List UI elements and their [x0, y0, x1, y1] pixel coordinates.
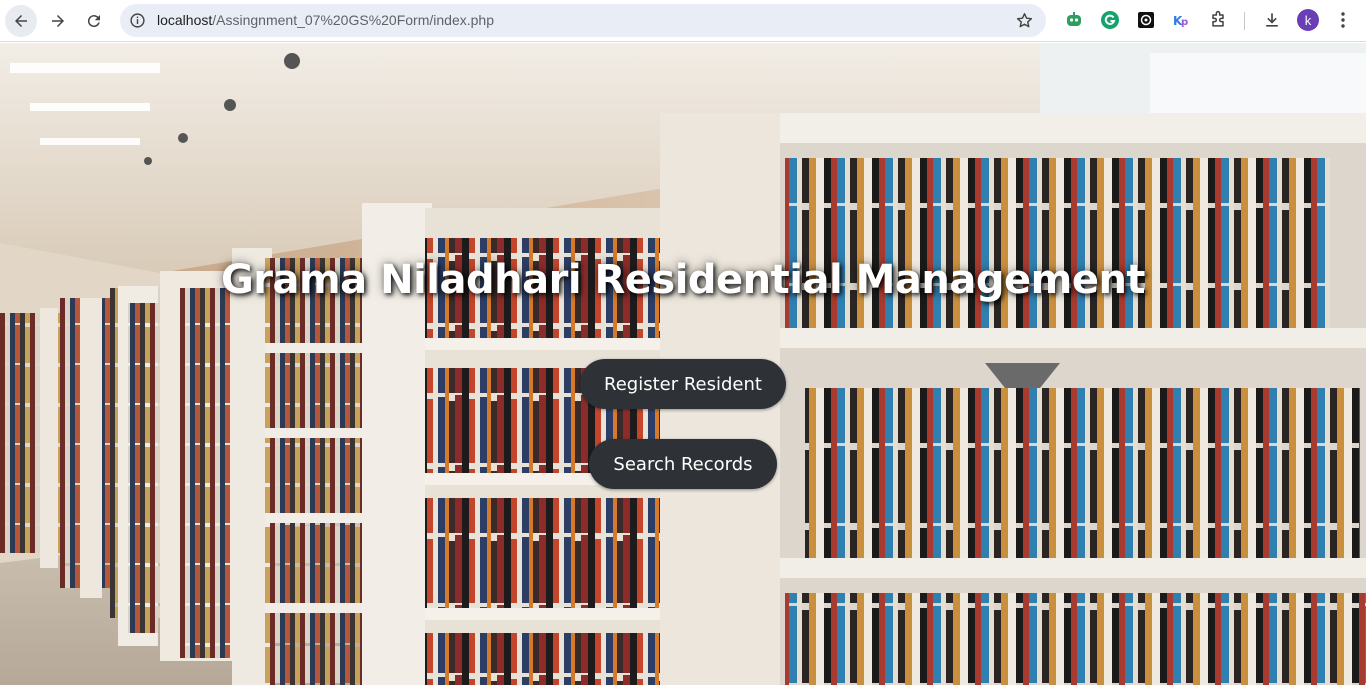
- puzzle-icon: [1212, 10, 1224, 27]
- page-viewport: Grama Niladhari Residential Management R…: [0, 43, 1366, 685]
- downloads-button[interactable]: [1262, 10, 1282, 30]
- svg-text:p: p: [1181, 17, 1188, 28]
- star-icon[interactable]: [1015, 11, 1034, 30]
- back-button[interactable]: [5, 5, 37, 37]
- chatgpt-extension-button[interactable]: [1136, 10, 1156, 30]
- reload-button[interactable]: [78, 5, 110, 37]
- chatgpt-icon: [1138, 12, 1154, 28]
- robot-extension-button[interactable]: [1064, 10, 1084, 30]
- toolbar-separator: [1244, 12, 1245, 30]
- kp-extension-button[interactable]: K p: [1172, 10, 1192, 30]
- browser-menu-button[interactable]: [1333, 10, 1353, 30]
- reload-icon: [87, 15, 100, 28]
- url-path: /Assingnment_07%20GS%20Form/index.php: [212, 12, 494, 28]
- url-text[interactable]: localhost/Assingnment_07%20GS%20Form/ind…: [157, 12, 494, 28]
- forward-arrow-icon: [52, 15, 64, 27]
- register-resident-button[interactable]: Register Resident: [580, 359, 786, 409]
- url-host: localhost: [157, 12, 213, 28]
- download-icon: [1266, 13, 1278, 27]
- kp-extension-icon: K p: [1173, 14, 1188, 28]
- menu-dots-icon: [1341, 12, 1345, 28]
- extensions-button[interactable]: [1208, 10, 1228, 30]
- robot-extension-icon: [1067, 12, 1081, 26]
- forward-button[interactable]: [42, 5, 74, 37]
- page-title: Grama Niladhari Residential Management: [220, 257, 1146, 303]
- profile-avatar[interactable]: k: [1297, 9, 1319, 31]
- browser-toolbar: localhost/Assingnment_07%20GS%20Form/ind…: [0, 0, 1366, 42]
- grammarly-icon: [1101, 11, 1119, 29]
- address-bar[interactable]: localhost/Assingnment_07%20GS%20Form/ind…: [120, 4, 1046, 37]
- back-arrow-icon: [15, 15, 27, 27]
- search-records-button[interactable]: Search Records: [589, 439, 777, 489]
- grammarly-button[interactable]: [1100, 10, 1120, 30]
- info-icon[interactable]: [129, 12, 146, 29]
